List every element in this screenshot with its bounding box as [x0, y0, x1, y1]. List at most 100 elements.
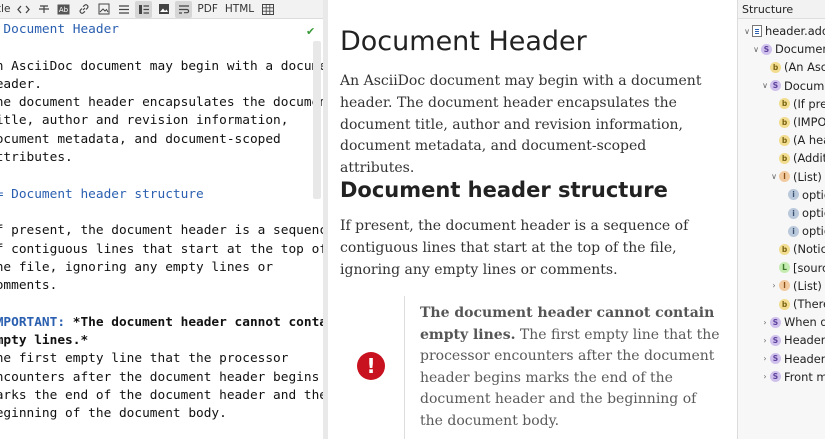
editor-line[interactable]	[0, 167, 313, 185]
editor-line[interactable]: document metadata, and document-scoped	[0, 131, 313, 149]
editor-line[interactable]: The document header encapsulates the doc…	[0, 94, 323, 112]
node-type-icon: b	[779, 152, 790, 164]
editor-scrollbar[interactable]	[313, 41, 321, 199]
structure-node[interactable]: ∨SDocument header structure	[760, 77, 825, 95]
image-icon[interactable]	[95, 1, 112, 18]
chevron-down-icon[interactable]: ∨	[742, 27, 752, 36]
structure-node-label: optional	[802, 187, 825, 202]
editor-line[interactable]: title, author and revision information,	[0, 112, 313, 130]
structure-node[interactable]: L[source	[769, 259, 825, 277]
chevron-right-icon[interactable]: ›	[769, 281, 779, 290]
chevron-right-icon[interactable]: ›	[760, 318, 770, 327]
strikethrough-icon[interactable]	[35, 1, 52, 18]
structure-node[interactable]: ∨ l (List)	[769, 168, 822, 186]
structure-node[interactable]: ∨ header.adoc	[742, 22, 825, 40]
editor-line[interactable]	[0, 39, 313, 57]
editor-line[interactable]: == Document header structure	[0, 186, 313, 204]
node-type-icon: S	[770, 80, 781, 92]
editor-line[interactable]: the file, ignoring any empty lines or	[0, 259, 313, 277]
wrap-icon[interactable]	[175, 0, 193, 18]
title-button[interactable]: itle	[0, 1, 12, 18]
html-button[interactable]: HTML	[223, 1, 256, 18]
node-type-icon: b	[779, 98, 790, 110]
node-type-icon: S	[770, 334, 781, 346]
node-type-icon: S	[770, 316, 781, 328]
editor-line[interactable]: of contiguous lines that start at the to…	[0, 241, 323, 259]
picture-icon[interactable]	[155, 1, 172, 18]
pdf-button[interactable]: PDF	[195, 1, 219, 18]
structure-node[interactable]: ›SHeader pro	[760, 350, 825, 368]
structure-node[interactable]: b(An AsciiDoc document may begin	[760, 58, 825, 76]
structure-node-label: (List)	[793, 169, 822, 184]
structure-node[interactable]: b(IMPORTANT	[769, 113, 825, 131]
asciidoc-editor[interactable]: = Document Header An AsciiDoc document ma…	[0, 19, 323, 439]
editor-line[interactable]: = Document Header	[0, 21, 313, 39]
structure-node-label: optional	[802, 224, 825, 239]
chevron-down-icon[interactable]: ∨	[751, 45, 761, 54]
list-icon[interactable]	[115, 1, 132, 18]
editor-line[interactable]: An AsciiDoc document may begin with a do…	[0, 58, 323, 76]
chevron-down-icon[interactable]: ∨	[760, 81, 770, 90]
structure-node[interactable]: ioptional	[778, 222, 825, 240]
chevron-right-icon[interactable]: ›	[760, 372, 770, 381]
structure-node[interactable]: b(There are	[769, 295, 825, 313]
admonition-text: The document header cannot contain empty…	[420, 303, 720, 433]
structure-node[interactable]: b(Notice	[769, 240, 825, 258]
node-type-icon: l	[779, 280, 790, 292]
node-type-icon: i	[788, 189, 799, 201]
structure-node[interactable]: ioptional	[778, 204, 825, 222]
editor-line[interactable]: comments.	[0, 277, 313, 295]
editor-line[interactable]: The first empty line that the processor	[0, 350, 313, 368]
structure-node[interactable]: ›SFront matter	[760, 368, 825, 386]
ab-icon[interactable]: Ab	[55, 1, 72, 18]
structure-node[interactable]: b(Additional	[769, 149, 825, 167]
chevron-right-icon[interactable]: ›	[760, 336, 770, 345]
structure-node[interactable]: b(If present, the document	[769, 95, 825, 113]
editor-line[interactable]	[0, 204, 313, 222]
structure-node-label: Front matter	[784, 369, 825, 384]
node-type-icon: b	[779, 298, 790, 310]
structure-node[interactable]: ›SHeader ref	[760, 331, 825, 349]
check-icon: ✔	[306, 25, 316, 38]
editor-line[interactable]: If present, the document header is a seq…	[0, 222, 323, 240]
structure-node[interactable]: b(A header	[769, 131, 825, 149]
node-type-icon: b	[779, 116, 790, 128]
chevron-down-icon[interactable]: ∨	[769, 172, 779, 181]
structure-node[interactable]: ›SWhen does	[760, 313, 825, 331]
structure-title: Structure	[738, 0, 825, 19]
structure-panel: Structure ∨header.adoc∨SDocument Headerb…	[737, 0, 825, 439]
structure-node-label: [source	[793, 260, 825, 275]
editor-line[interactable]: header.	[0, 76, 313, 94]
structure-node[interactable]: › l (List)	[769, 277, 821, 295]
structure-node-label: Header ref	[784, 333, 825, 348]
editor-line[interactable]: empty lines.*	[0, 332, 313, 350]
structure-node[interactable]: ioptional	[778, 186, 825, 204]
editor-line[interactable]: marks the end of the document header and…	[0, 387, 323, 405]
structure-node-label: (There are	[793, 297, 825, 311]
structure-node-label: When does	[784, 315, 825, 330]
file-icon	[752, 25, 762, 37]
structure-node-label: Header pro	[784, 351, 825, 366]
node-type-icon: L	[779, 262, 790, 274]
editor-line[interactable]: attributes.	[0, 149, 313, 167]
structure-node-label: Document Header	[775, 42, 825, 57]
link-icon[interactable]	[75, 1, 92, 18]
code-icon[interactable]	[15, 1, 32, 18]
node-type-icon: i	[788, 207, 799, 219]
editor-line[interactable]: IMPORTANT: *The document header cannot c…	[0, 314, 323, 332]
structure-node-label: (If present, the document	[793, 96, 825, 111]
table-icon[interactable]	[259, 1, 276, 18]
structure-node-label: Document header structure	[784, 78, 825, 93]
editor-line[interactable]: encounters after the document header beg…	[0, 369, 319, 387]
editor-toolbar: itle Ab PDF HTML	[0, 0, 323, 19]
preview-paragraph: If present, the document header is a seq…	[340, 218, 689, 278]
editor-text[interactable]: = Document Header An AsciiDoc document ma…	[0, 21, 323, 424]
structure-node-label: header.adoc	[765, 24, 825, 38]
important-icon: !	[357, 352, 385, 380]
editor-line[interactable]: beginning of the document body.	[0, 405, 313, 423]
node-type-icon: S	[770, 353, 781, 365]
editor-line[interactable]	[0, 295, 313, 313]
structure-node[interactable]: ∨SDocument Header	[751, 40, 825, 58]
chevron-right-icon[interactable]: ›	[760, 354, 770, 363]
list-alt-icon[interactable]	[135, 0, 153, 18]
